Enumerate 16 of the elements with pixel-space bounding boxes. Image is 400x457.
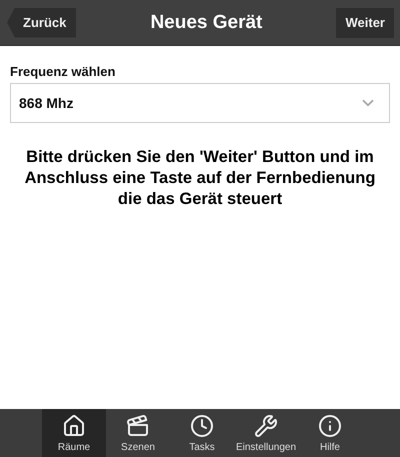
tab[interactable]: Einstellungen xyxy=(234,409,298,457)
tab[interactable]: Räume xyxy=(42,409,106,457)
wrench-icon xyxy=(254,414,278,438)
instruction-text: Bitte drücken Sie den 'Weiter' Button und im Anschluss eine Taste auf der Fernbedienung die das Gerät steuert xyxy=(24,147,376,210)
info-icon xyxy=(318,414,342,438)
house-icon xyxy=(62,414,86,438)
clock-icon xyxy=(190,414,214,438)
tab[interactable]: Hilfe xyxy=(298,409,362,457)
back-button[interactable]: Zurück xyxy=(7,8,76,38)
field-label: Frequenz wählen xyxy=(10,64,116,79)
next-button[interactable]: Weiter xyxy=(336,8,394,38)
frequency-select[interactable]: 868 Mhz xyxy=(10,83,390,123)
clapperboard-icon xyxy=(126,414,150,438)
tab[interactable]: Tasks xyxy=(170,409,234,457)
page-title: Neues Gerät xyxy=(150,12,262,34)
tab[interactable]: Szenen xyxy=(106,409,170,457)
